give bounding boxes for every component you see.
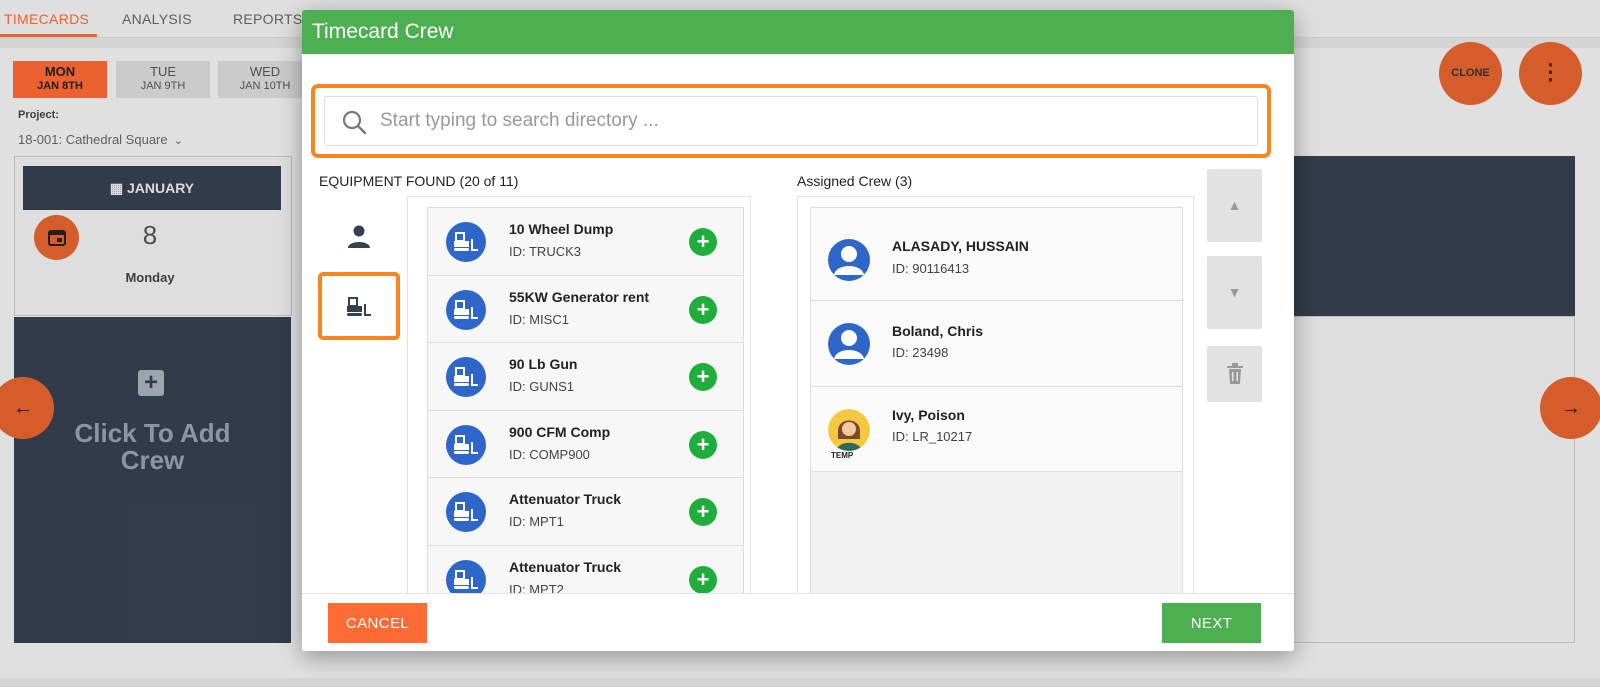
caret-up-icon: ▲ [1227,197,1242,213]
move-up-button[interactable]: ▲ [1207,169,1262,242]
equipment-name: 10 Wheel Dump [509,221,614,237]
equipment-avatar [446,222,486,262]
add-equipment-button[interactable]: + [689,565,717,594]
bulldozer-icon [454,502,478,521]
assigned-crew-title: Assigned Crew (3) [797,173,913,189]
crew-avatar [828,239,870,281]
crew-id: ID: 23498 [892,345,949,360]
person-avatar-icon [834,246,864,275]
equipment-row: Attenuator Truck ID: MPT1 + [428,478,743,546]
next-button[interactable]: NEXT [1162,603,1261,643]
crew-id: ID: LR_10217 [892,428,973,444]
caret-down-icon: ▼ [1227,284,1242,300]
crew-name: Boland, Chris [892,323,984,339]
equipment-id: ID: MISC1 [509,311,569,327]
equipment-avatar [446,424,486,465]
crew-row[interactable]: Ivy, Poison ID: LR_10217 TEMP [811,386,1182,472]
resource-type-tabs [318,206,404,366]
equipment-name: 55KW Generator rent [509,288,650,305]
equipment-found-title: EQUIPMENT FOUND (20 of 11) [319,173,519,189]
equipment-avatar [446,357,486,397]
search-icon [342,110,367,135]
equipment-name: 900 CFM Comp [509,423,611,440]
temp-worker-avatar-icon [828,408,870,451]
equipment-list[interactable]: 10 Wheel Dump ID: TRUCK3 +55KW Generator r… [427,207,744,604]
equipment-row: 900 CFM Comp ID: COMP900 + [428,410,743,478]
person-avatar-icon [834,330,864,359]
plus-icon: + [696,499,710,524]
crew-name: ALASADY, HUSSAIN [892,238,1029,254]
crew-id: ID: 90116413 [892,261,970,276]
crew-name: Ivy, Poison [892,406,965,423]
person-icon [348,225,370,248]
bulldozer-icon [454,434,478,454]
equipment-name: 90 Lb Gun [509,356,578,372]
crew-avatar [828,323,870,365]
plus-icon: + [696,431,710,457]
crew-row[interactable]: Boland, Chris ID: 23498 [811,301,1182,387]
bulldozer-icon [454,367,478,386]
equipment-name: Attenuator Truck [509,558,622,575]
plus-icon: + [696,364,710,389]
add-equipment-button[interactable]: + [689,430,717,459]
search-input[interactable] [380,97,1240,145]
plus-icon: + [696,229,710,254]
move-down-button[interactable]: ▼ [1207,256,1262,329]
bulldozer-icon [454,299,478,319]
add-equipment-button[interactable]: + [689,295,717,324]
equipment-id: ID: MPT1 [509,514,564,529]
equipment-row: 90 Lb Gun ID: GUNS1 + [428,343,743,411]
crew-row[interactable]: ALASADY, HUSSAIN ID: 90116413 [811,208,1182,301]
temp-badge: TEMP [831,450,854,460]
crew-avatar [828,408,870,451]
timecard-crew-modal: Timecard Crew EQUIPMENT FOUND (20 of 11)… [302,10,1294,651]
plus-icon: + [696,566,710,592]
equipment-row: 10 Wheel Dump ID: TRUCK3 + [428,208,743,276]
search-highlight [311,84,1271,158]
cancel-button[interactable]: CANCEL [328,603,427,643]
modal-footer [302,593,1294,651]
modal-title: Timecard Crew [302,10,1294,54]
add-equipment-button[interactable]: + [689,363,717,391]
bulldozer-icon [454,569,478,589]
add-equipment-button[interactable]: + [689,498,717,526]
equipment-row: 55KW Generator rent ID: MISC1 + [428,275,743,343]
assigned-crew-list[interactable]: ALASADY, HUSSAIN ID: 90116413 Boland, Chri… [810,207,1183,627]
bulldozer-icon [347,297,371,316]
equipment-avatar [446,492,486,532]
search-box[interactable] [324,96,1258,146]
tab-equipment[interactable] [318,272,400,340]
equipment-id: ID: COMP900 [509,446,590,462]
delete-button[interactable] [1207,346,1262,402]
trash-icon [1226,363,1243,384]
equipment-id: ID: GUNS1 [509,379,575,394]
equipment-id: ID: TRUCK3 [509,244,581,259]
plus-icon: + [696,296,710,322]
add-equipment-button[interactable]: + [689,228,717,256]
equipment-avatar [446,289,486,330]
equipment-name: Attenuator Truck [509,491,622,507]
bulldozer-icon [454,232,478,251]
